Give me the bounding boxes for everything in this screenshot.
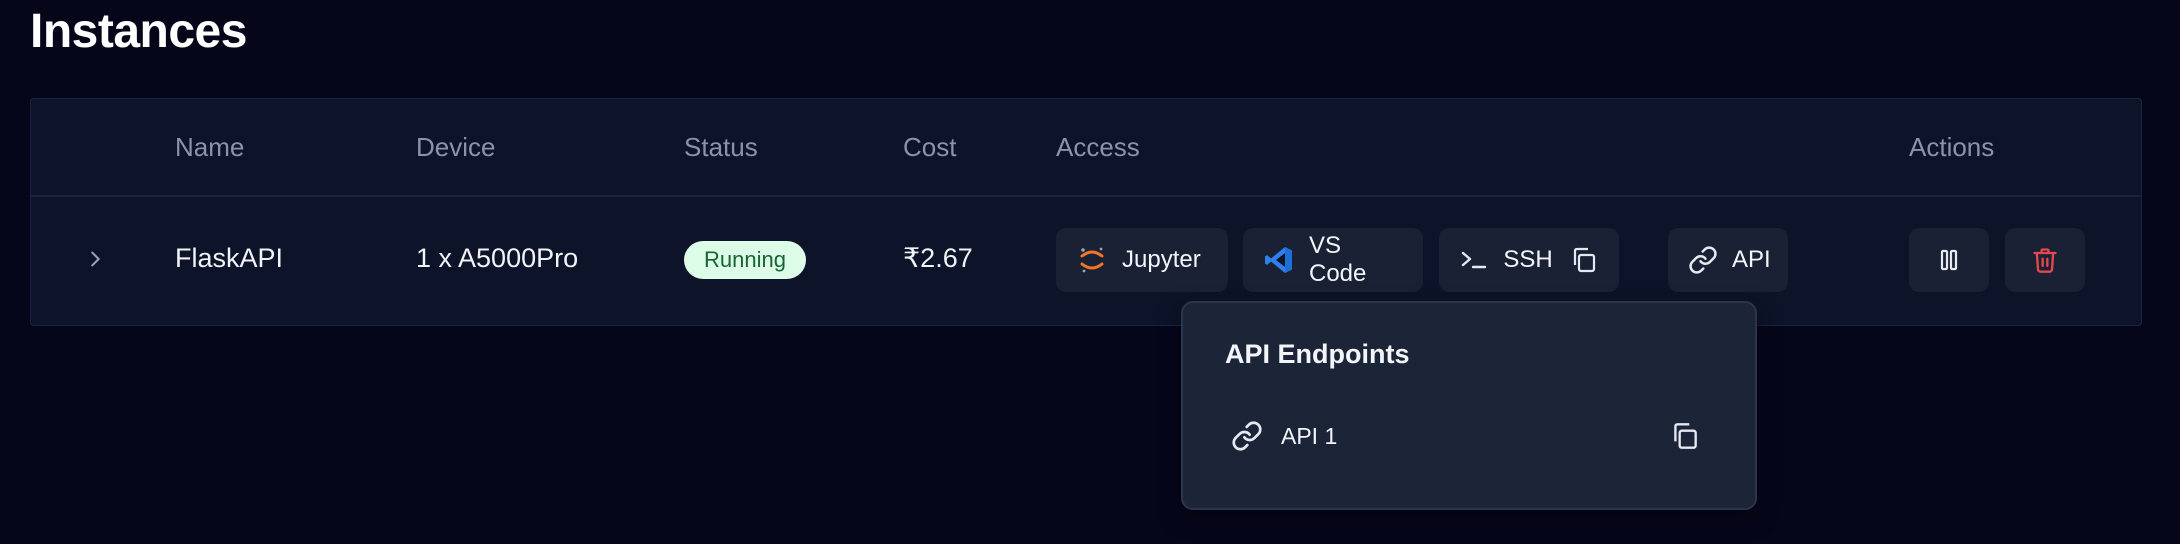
status-badge: Running: [684, 241, 806, 279]
header-cost: Cost: [903, 132, 957, 162]
trash-icon: [2031, 246, 2059, 274]
popover-title: API Endpoints: [1225, 339, 1410, 369]
jupyter-label: Jupyter: [1122, 246, 1201, 273]
header-name: Name: [175, 132, 245, 162]
instances-table: Name Device Status Cost Access Actions F…: [30, 98, 2142, 326]
header-status: Status: [684, 132, 758, 162]
jupyter-button[interactable]: Jupyter: [1056, 228, 1228, 292]
copy-icon[interactable]: [1667, 418, 1703, 454]
terminal-icon: [1459, 244, 1489, 276]
endpoint-label: API 1: [1281, 422, 1338, 449]
header-actions: Actions: [1909, 132, 1995, 162]
table-row: FlaskAPI 1 x A5000Pro Running ₹2.67 Jupy…: [31, 197, 2141, 327]
header-access: Access: [1056, 132, 1140, 162]
instances-page: Instances Name Device Status Cost Access…: [0, 0, 2180, 544]
table-header: Name Device Status Cost Access Actions: [31, 99, 2141, 197]
instance-name: FlaskAPI: [175, 243, 284, 273]
api-label: API: [1732, 246, 1771, 273]
api-endpoints-popover: API Endpoints API 1: [1181, 301, 1757, 510]
ssh-label: SSH: [1503, 246, 1553, 273]
instance-cost: ₹2.67: [903, 243, 973, 273]
endpoint-item[interactable]: API 1: [1213, 403, 1725, 469]
jupyter-icon: [1076, 244, 1108, 276]
pause-icon: [1936, 247, 1962, 273]
page-title: Instances: [30, 5, 247, 58]
vscode-button[interactable]: VS Code: [1243, 228, 1423, 292]
chevron-right-icon: [84, 248, 106, 270]
link-icon: [1688, 244, 1718, 276]
delete-button[interactable]: [2005, 228, 2085, 292]
copy-icon[interactable]: [1569, 244, 1599, 276]
header-device: Device: [416, 132, 496, 162]
ssh-button[interactable]: SSH: [1439, 228, 1619, 292]
expand-row-button[interactable]: [77, 241, 113, 277]
vscode-icon: [1263, 244, 1295, 276]
api-button[interactable]: API: [1668, 228, 1788, 292]
vscode-label: VS Code: [1309, 232, 1367, 287]
instance-device: 1 x A5000Pro: [416, 243, 579, 273]
pause-button[interactable]: [1909, 228, 1989, 292]
link-icon: [1229, 418, 1265, 454]
